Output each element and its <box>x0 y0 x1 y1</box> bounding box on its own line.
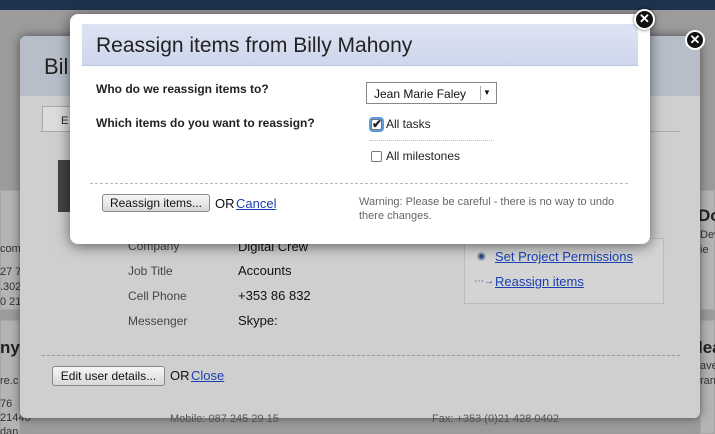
checkmark-icon: ✔ <box>372 117 383 131</box>
close-link[interactable]: Close <box>191 368 224 383</box>
assignee-select[interactable]: Jean Marie Faley ▼ <box>366 82 497 104</box>
bg-fragment: .302 <box>0 281 22 293</box>
user-actions-box <box>464 238 664 304</box>
top-nav-strip <box>0 0 715 10</box>
assignee-selected-value: Jean Marie Faley <box>374 87 467 101</box>
bg-fragment: Do <box>698 206 715 225</box>
modal-header: Reassign items from Billy Mahony <box>82 24 638 66</box>
bg-fragment: dan <box>0 426 19 434</box>
field-value-messenger: Skype: <box>238 313 278 328</box>
field-value-job-title: Accounts <box>238 263 292 278</box>
modal-title: Reassign items from Billy Mahony <box>96 34 413 57</box>
reassign-items-link[interactable]: Reassign items <box>495 274 584 289</box>
field-label-job-title: Job Title <box>128 264 173 278</box>
bg-fragment: re.c <box>0 375 19 387</box>
bg-fragment: Dev <box>700 229 715 241</box>
arrow-right-icon: ⋯→ <box>474 276 494 287</box>
all-tasks-label: All tasks <box>386 117 431 131</box>
field-label-messenger: Messenger <box>128 314 188 328</box>
bg-fragment: 76 <box>0 398 13 410</box>
close-icon[interactable]: ✕ <box>685 30 705 50</box>
field-value-cell-phone: +353 86 832 <box>238 288 311 303</box>
chevron-down-icon: ▼ <box>480 86 493 100</box>
cancel-link[interactable]: Cancel <box>236 196 276 211</box>
bg-fragment: ran <box>700 375 715 387</box>
question-who-label: Who do we reassign items to? <box>96 82 269 96</box>
avatar <box>58 160 70 212</box>
close-icon[interactable]: ✕ <box>634 9 655 30</box>
bg-fragment: com <box>0 243 21 255</box>
all-milestones-checkbox[interactable] <box>371 151 382 162</box>
field-label-cell-phone: Cell Phone <box>128 289 187 303</box>
bg-fragment: 0 21 <box>0 296 22 308</box>
bg-fragment: lea <box>698 338 715 357</box>
bg-fragment: ave <box>700 360 715 372</box>
edit-user-details-button[interactable]: Edit user details... <box>52 366 165 386</box>
divider <box>370 140 494 141</box>
or-text: OR <box>215 196 235 211</box>
user-profile-title: Bil <box>44 54 69 79</box>
bg-fragment: ie <box>700 244 709 256</box>
bg-fragment: ny <box>0 338 20 357</box>
or-text: OR <box>170 368 190 383</box>
bg-fragment: Fax: +353 (0)21 428 0402 <box>432 413 559 425</box>
warning-text: Warning: Please be careful - there is no… <box>359 196 615 222</box>
bg-fragment: 27 7 <box>0 266 22 278</box>
divider <box>90 183 628 184</box>
eye-icon: ◉ <box>477 251 486 262</box>
all-milestones-label: All milestones <box>386 149 461 163</box>
divider <box>42 355 680 356</box>
question-which-label: Which items do you want to reassign? <box>96 116 315 130</box>
reassign-items-button[interactable]: Reassign items... <box>102 194 210 212</box>
bg-fragment: Mobile: 087 245 29 15 <box>170 413 279 425</box>
all-tasks-checkbox[interactable]: ✔ <box>371 117 383 131</box>
set-permissions-link[interactable]: Set Project Permissions <box>495 249 633 264</box>
